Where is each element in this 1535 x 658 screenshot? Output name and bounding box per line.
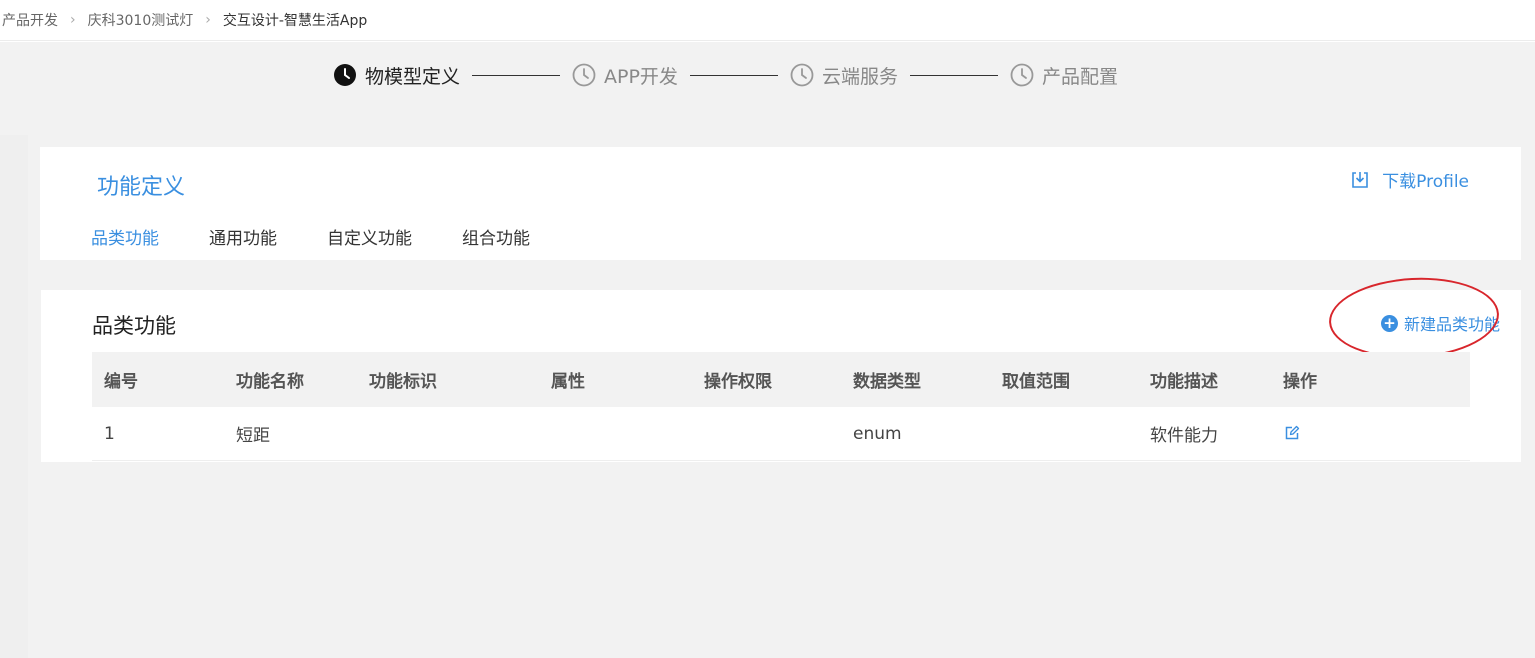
step-label: 物模型定义 <box>365 65 461 88</box>
section-title: 品类功能 <box>92 314 176 338</box>
column-header-name: 功能名称 <box>236 372 304 392</box>
tab-combined-functions[interactable]: 组合功能 <box>462 224 530 249</box>
cell-data-type: enum <box>853 423 902 444</box>
download-profile-button[interactable]: 下载Profile <box>1350 167 1469 192</box>
edit-button[interactable] <box>1284 425 1300 446</box>
breadcrumb: 产品开发 › 庆科3010测试灯 › 交互设计-智慧生活App <box>0 0 1535 41</box>
tab-custom-functions[interactable]: 自定义功能 <box>327 224 412 249</box>
function-definition-card: 功能定义 下载Profile 品类功能 通用功能 自定义功能 组合功能 <box>40 147 1521 260</box>
clock-icon <box>572 63 596 87</box>
column-header-data-type: 数据类型 <box>853 372 921 392</box>
step-thing-model[interactable]: 物模型定义 <box>333 62 460 89</box>
table-row: 1 短距 enum 软件能力 <box>92 407 1470 461</box>
chevron-right-icon: › <box>205 12 211 28</box>
breadcrumb-item-product[interactable]: 庆科3010测试灯 <box>88 10 194 30</box>
table-header: 编号 功能名称 功能标识 属性 操作权限 数据类型 取值范围 功能描述 操作 <box>92 352 1470 407</box>
cell-name: 短距 <box>236 426 270 446</box>
tab-category-functions[interactable]: 品类功能 <box>91 224 159 249</box>
step-cloud-service[interactable]: 云端服务 <box>790 62 898 89</box>
step-connector <box>909 74 998 76</box>
step-label: 云端服务 <box>821 65 898 88</box>
column-header-attribute: 属性 <box>551 372 585 392</box>
step-label: 产品配置 <box>1041 65 1118 88</box>
step-product-config[interactable]: 产品配置 <box>1010 62 1118 89</box>
functions-table: 编号 功能名称 功能标识 属性 操作权限 数据类型 取值范围 功能描述 操作 1… <box>92 352 1470 461</box>
download-profile-label: 下载Profile <box>1382 172 1469 192</box>
step-progress: 物模型定义 APP开发 云端服务 产品配置 <box>333 62 1118 88</box>
column-header-range: 取值范围 <box>1002 372 1070 392</box>
step-label: APP开发 <box>604 65 678 88</box>
breadcrumb-item-product-dev[interactable]: 产品开发 <box>2 10 58 30</box>
edit-icon <box>1285 425 1300 440</box>
breadcrumb-item-current: 交互设计-智慧生活App <box>222 13 368 29</box>
new-category-function-label: 新建品类功能 <box>1403 315 1500 334</box>
column-header-description: 功能描述 <box>1150 372 1218 392</box>
clock-icon <box>1010 63 1034 87</box>
plus-circle-icon: + <box>1380 314 1398 332</box>
tab-common-functions[interactable]: 通用功能 <box>209 224 277 249</box>
clock-filled-icon <box>334 64 356 86</box>
clock-icon <box>790 63 814 87</box>
page-title: 功能定义 <box>97 175 186 200</box>
left-strip <box>0 135 28 658</box>
column-header-permission: 操作权限 <box>704 372 772 392</box>
cell-description: 软件能力 <box>1150 426 1218 446</box>
step-app-dev[interactable]: APP开发 <box>572 62 678 89</box>
column-header-id: 编号 <box>104 372 138 392</box>
category-functions-card: 品类功能 + 新建品类功能 编号 功能名称 功能标识 属性 操作权限 数据类型 … <box>41 273 1521 462</box>
column-header-actions: 操作 <box>1283 372 1317 392</box>
step-connector <box>689 74 778 76</box>
column-header-identifier: 功能标识 <box>369 372 437 392</box>
cell-id: 1 <box>104 423 115 444</box>
download-icon <box>1352 171 1368 188</box>
new-category-function-button[interactable]: + 新建品类功能 <box>1380 311 1500 335</box>
step-connector <box>472 74 561 76</box>
function-tabs: 品类功能 通用功能 自定义功能 组合功能 <box>91 224 580 249</box>
chevron-right-icon: › <box>70 12 76 28</box>
